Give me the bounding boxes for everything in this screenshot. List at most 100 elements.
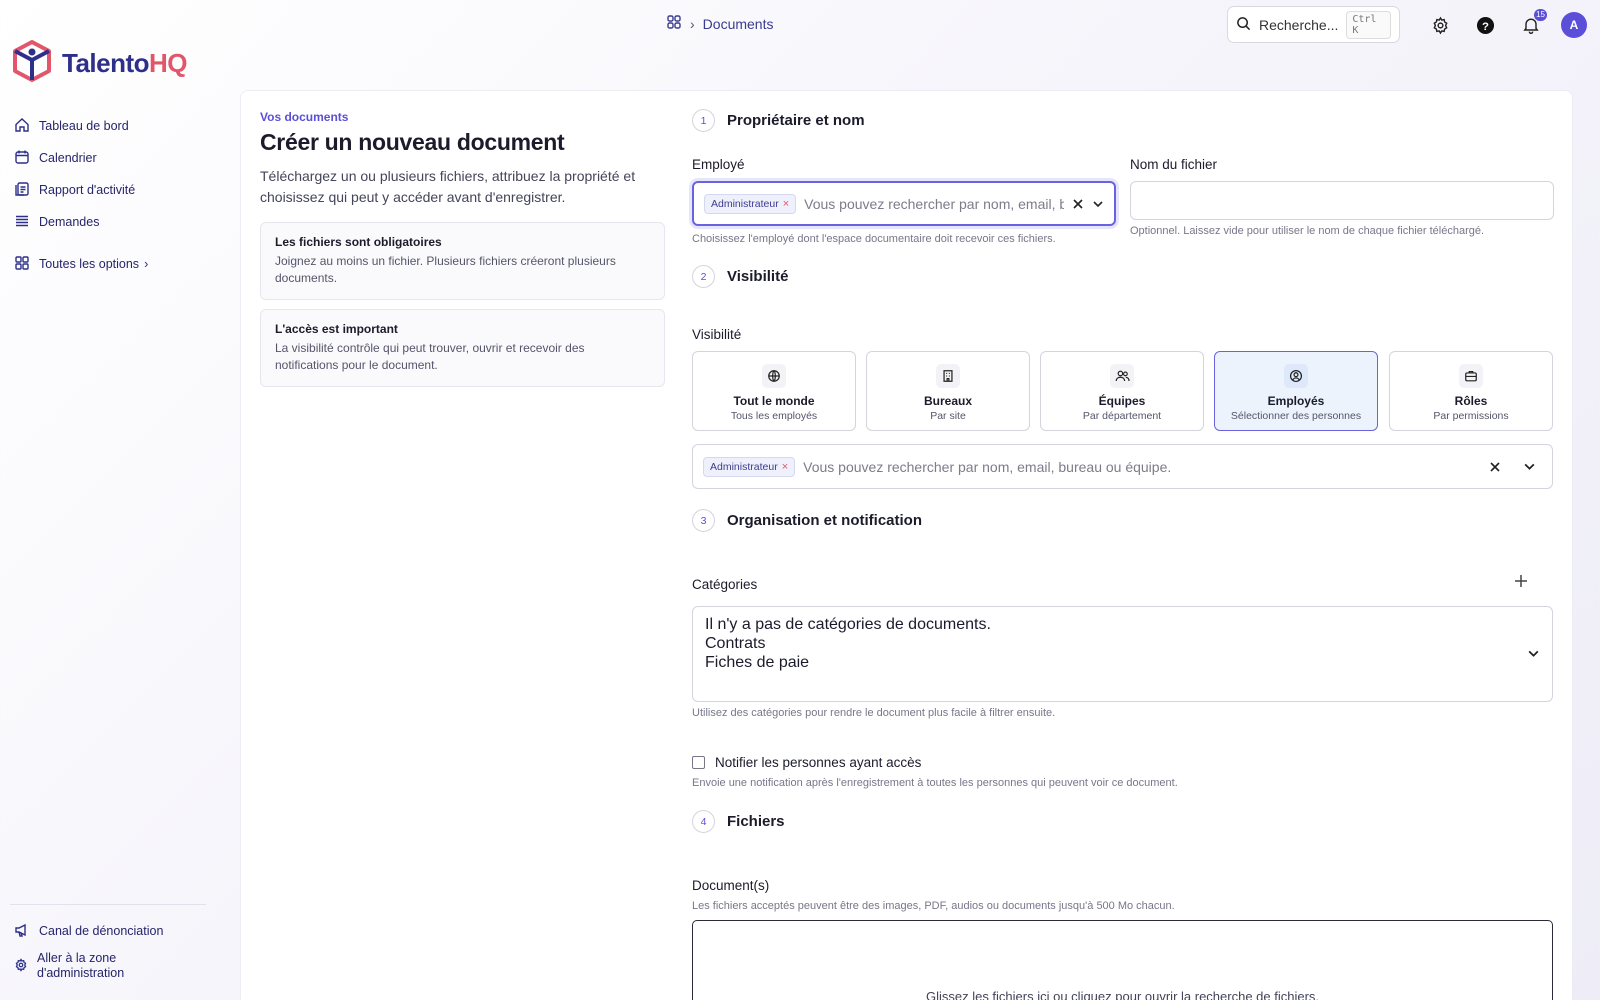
building-icon	[936, 364, 960, 388]
help-icon[interactable]: ?	[1472, 12, 1498, 38]
option-title: Équipes	[1098, 394, 1146, 408]
option-subtitle: Par permissions	[1433, 410, 1509, 422]
filename-label: Nom du fichier	[1130, 157, 1218, 172]
category-option[interactable]: Contrats	[705, 634, 1540, 653]
sidebar-item-label: Tableau de bord	[39, 119, 129, 133]
category-option[interactable]: Il n'y a pas de catégories de documents.	[705, 615, 1540, 634]
step-files: 4 Fichiers	[692, 810, 785, 833]
employee-select[interactable]: Administrateur × Vous pouvez rechercher …	[692, 181, 1116, 226]
search-shortcut: Ctrl K	[1346, 10, 1391, 39]
search-placeholder: Recherche...	[1259, 16, 1339, 33]
sidebar-item-label: Canal de dénonciation	[39, 924, 164, 938]
apps-grid-icon[interactable]	[666, 14, 682, 33]
file-dropzone[interactable]: Glissez les fichiers ici ou cliquez pour…	[692, 920, 1553, 1000]
sidebar-divider	[10, 904, 206, 905]
report-icon	[14, 181, 30, 200]
clear-icon[interactable]	[1489, 461, 1501, 473]
info-card-title: L'accès est important	[275, 322, 398, 336]
step-number: 1	[692, 109, 715, 132]
category-option[interactable]: Fiches de paie	[705, 653, 1540, 672]
step-number: 2	[692, 265, 715, 288]
list-icon	[14, 213, 30, 232]
option-title: Employés	[1267, 394, 1325, 408]
documents-hint: Les fichiers acceptés peuvent être des i…	[692, 900, 1175, 912]
briefcase-icon	[1459, 364, 1483, 388]
sidebar-item-label: Aller à la zone d'administration	[37, 951, 125, 980]
avatar[interactable]: A	[1561, 12, 1587, 38]
visibility-option-everyone[interactable]: Tout le monde Tous les employés	[692, 351, 856, 431]
page-eyebrow: Vos documents	[260, 110, 349, 124]
chevron-down-icon[interactable]	[1527, 647, 1540, 665]
visibility-option-employees[interactable]: Employés Sélectionner des personnes	[1214, 351, 1378, 431]
employee-hint: Choisissez l'employé dont l'espace docum…	[692, 233, 1056, 245]
sidebar-item-label: Calendrier	[39, 151, 97, 165]
chevron-right-icon: ›	[144, 257, 149, 271]
option-subtitle: Par département	[1082, 410, 1162, 422]
sidebar-item-activity-report[interactable]: Rapport d'activité	[14, 174, 148, 206]
clear-icon[interactable]	[1072, 198, 1084, 210]
visibility-option-roles[interactable]: Rôles Par permissions	[1389, 351, 1553, 431]
step-number: 3	[692, 509, 715, 532]
option-title: Rôles	[1454, 394, 1488, 408]
page-title: Créer un nouveau document	[260, 129, 565, 155]
remove-chip-icon[interactable]: ×	[783, 198, 789, 210]
breadcrumb-current[interactable]: Documents	[703, 16, 774, 32]
visibility-option-offices[interactable]: Bureaux Par site	[866, 351, 1030, 431]
sidebar-nav: Tableau de bord Calendrier Rapport d'act…	[14, 110, 148, 280]
info-card-access: L'accès est important La visibilité cont…	[260, 309, 665, 387]
sidebar: TalentoHQ Tableau de bord Calendrier Rap…	[0, 0, 238, 1000]
employee-search-placeholder: Vous pouvez rechercher par nom, email, b…	[804, 195, 1064, 212]
home-icon	[14, 117, 30, 136]
notify-checkbox[interactable]	[692, 756, 705, 769]
option-subtitle: Par site	[930, 410, 966, 422]
sidebar-item-calendar[interactable]: Calendrier	[14, 142, 148, 174]
gear-icon	[14, 957, 28, 975]
sidebar-item-dashboard[interactable]: Tableau de bord	[14, 110, 148, 142]
step-owner: 1 Propriétaire et nom	[692, 109, 865, 132]
filename-input[interactable]	[1130, 181, 1554, 220]
dropzone-text: Glissez les fichiers ici ou cliquez pour…	[925, 989, 1320, 1000]
notify-row: Notifier les personnes ayant accès	[692, 755, 921, 770]
globe-icon	[762, 364, 786, 388]
categories-listbox[interactable]: Il n'y a pas de catégories de documents.…	[692, 606, 1553, 702]
search-icon	[1236, 16, 1251, 34]
chevron-down-icon[interactable]	[1092, 198, 1104, 210]
logo-cube-icon	[12, 40, 52, 87]
bell-icon[interactable]: 15	[1518, 9, 1547, 38]
intro-panel: Vos documents Créer un nouveau document …	[260, 110, 665, 387]
gear-icon[interactable]	[1427, 12, 1453, 38]
brand-name: TalentoHQ	[62, 48, 188, 78]
step-title: Propriétaire et nom	[727, 112, 865, 129]
search-input[interactable]: Recherche... Ctrl K	[1227, 6, 1400, 43]
sidebar-item-whistleblowing[interactable]: Canal de dénonciation	[14, 918, 163, 944]
megaphone-icon	[14, 922, 30, 941]
add-category-icon[interactable]	[1513, 572, 1529, 595]
visibility-label: Visibilité	[692, 327, 742, 342]
sidebar-item-all-options[interactable]: Toutes les options ›	[14, 248, 148, 280]
calendar-icon	[14, 149, 30, 168]
option-title: Tout le monde	[733, 394, 815, 408]
documents-label: Document(s)	[692, 878, 770, 893]
visibility-people-select[interactable]: Administrateur × Vous pouvez rechercher …	[692, 444, 1553, 489]
remove-chip-icon[interactable]: ×	[782, 461, 788, 473]
svg-text:?: ?	[1482, 20, 1489, 32]
chevron-right-icon: ›	[690, 15, 695, 32]
notify-label[interactable]: Notifier les personnes ayant accès	[715, 755, 921, 770]
sidebar-item-label: Toutes les options	[39, 257, 140, 271]
step-visibility: 2 Visibilité	[692, 265, 788, 288]
chevron-down-icon[interactable]	[1523, 460, 1536, 473]
visibility-option-teams[interactable]: Équipes Par département	[1040, 351, 1204, 431]
info-card-text: La visibilité contrôle qui peut trouver,…	[275, 341, 585, 372]
categories-hint: Utilisez des catégories pour rendre le d…	[692, 707, 1056, 719]
step-title: Fichiers	[727, 813, 785, 830]
sidebar-item-admin-zone[interactable]: Aller à la zone d'administration	[14, 944, 163, 988]
logo[interactable]: TalentoHQ	[12, 40, 188, 87]
sidebar-item-requests[interactable]: Demandes	[14, 206, 148, 238]
step-title: Organisation et notification	[727, 512, 923, 529]
filename-hint: Optionnel. Laissez vide pour utiliser le…	[1130, 225, 1485, 237]
step-number: 4	[692, 810, 715, 833]
sidebar-bottom-nav: Canal de dénonciation Aller à la zone d'…	[14, 918, 163, 988]
sidebar-item-label: Demandes	[39, 215, 100, 229]
step-title: Visibilité	[727, 268, 789, 285]
option-subtitle: Tous les employés	[730, 410, 818, 422]
